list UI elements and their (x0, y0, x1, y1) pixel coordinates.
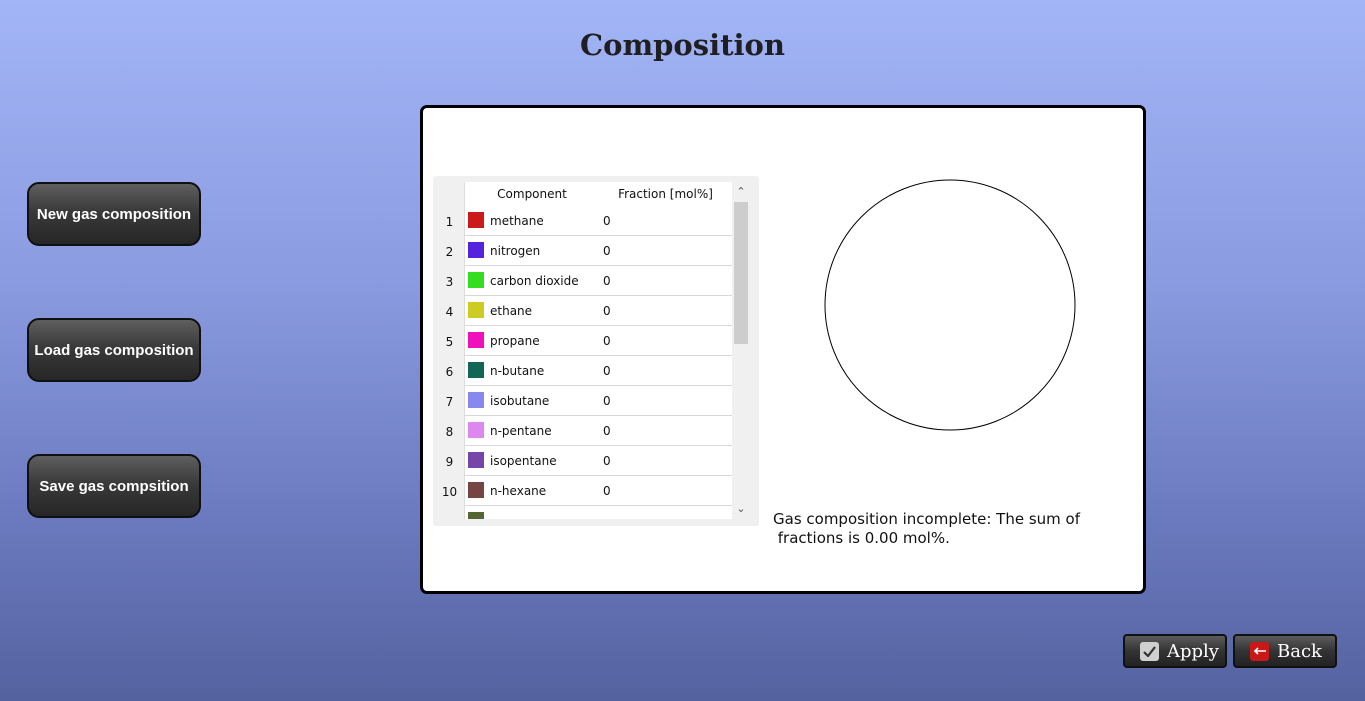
fraction-cell[interactable]: 0 (599, 356, 732, 386)
row-index[interactable]: 3 (435, 266, 464, 296)
fraction-cell[interactable]: 0 (599, 476, 732, 506)
scroll-up-icon[interactable]: ⌃ (733, 184, 749, 200)
fraction-cell[interactable]: 0 (599, 206, 732, 236)
composition-pie-chart (824, 179, 1076, 431)
row-index[interactable]: 7 (435, 386, 464, 416)
fraction-cell[interactable]: 0 (599, 296, 732, 326)
fraction-value: 0 (603, 394, 611, 408)
save-gas-composition-button[interactable]: Save gas compsition (27, 454, 201, 518)
row-index[interactable]: 2 (435, 236, 464, 266)
fraction-cell[interactable]: 0 (599, 326, 732, 356)
fraction-value: 0 (603, 244, 611, 258)
component-cell[interactable]: n-hexane (464, 476, 600, 506)
fraction-cell[interactable] (599, 506, 732, 519)
table-row[interactable]: 1 methane 0 (435, 206, 732, 236)
table-scrollbar[interactable]: ⌃ ⌄ (733, 184, 749, 517)
component-color-swatch (468, 392, 484, 408)
component-name: isobutane (490, 394, 550, 408)
component-color-swatch (468, 422, 484, 438)
component-name: n-hexane (490, 484, 547, 498)
row-index[interactable]: 10 (435, 476, 464, 506)
component-name: methane (490, 214, 544, 228)
component-color-swatch (468, 302, 484, 318)
component-cell[interactable]: isopentane (464, 446, 600, 476)
component-cell[interactable]: n-butane (464, 356, 600, 386)
fraction-value: 0 (603, 334, 611, 348)
fraction-cell[interactable]: 0 (599, 386, 732, 416)
table-row[interactable]: 10 n-hexane 0 (435, 476, 732, 506)
back-button[interactable]: Back (1233, 634, 1337, 668)
component-color-swatch (468, 452, 484, 468)
fraction-cell[interactable]: 0 (599, 266, 732, 296)
table-row[interactable]: 3 carbon dioxide 0 (435, 266, 732, 296)
component-name: isopentane (490, 454, 557, 468)
table-row[interactable]: 9 isopentane 0 (435, 446, 732, 476)
component-name: nitrogen (490, 244, 541, 258)
fraction-cell[interactable]: 0 (599, 236, 732, 266)
row-index[interactable]: 8 (435, 416, 464, 446)
table-row[interactable]: 5 propane 0 (435, 326, 732, 356)
composition-table: Component Fraction [mol%] 1 methane 0 2 nitr… (433, 176, 759, 526)
component-cell[interactable] (464, 506, 600, 519)
table-row[interactable]: 7 isobutane 0 (435, 386, 732, 416)
component-color-swatch (468, 242, 484, 258)
table-row[interactable]: 8 n-pentane 0 (435, 416, 732, 446)
fraction-value: 0 (603, 304, 611, 318)
table-row[interactable]: 2 nitrogen 0 (435, 236, 732, 266)
component-color-swatch (468, 272, 484, 288)
back-button-label: Back (1277, 640, 1322, 662)
fraction-value: 0 (603, 484, 611, 498)
fraction-cell[interactable]: 0 (599, 446, 732, 476)
component-color-swatch (468, 482, 484, 498)
row-index[interactable]: 9 (435, 446, 464, 476)
component-color-swatch (468, 212, 484, 228)
load-gas-composition-button[interactable]: Load gas composition (27, 318, 201, 382)
row-index[interactable]: 6 (435, 356, 464, 386)
composition-panel: Component Fraction [mol%] 1 methane 0 2 nitr… (420, 105, 1146, 594)
table-row[interactable]: 4 ethane 0 (435, 296, 732, 326)
component-name: carbon dioxide (490, 274, 579, 288)
fraction-value: 0 (603, 274, 611, 288)
table-row[interactable] (435, 506, 732, 519)
component-cell[interactable]: nitrogen (464, 236, 600, 266)
checkmark-icon (1140, 641, 1159, 661)
scroll-down-icon[interactable]: ⌄ (733, 501, 749, 517)
component-name: n-butane (490, 364, 545, 378)
status-message: Gas composition incomplete: The sum of f… (773, 510, 1081, 547)
apply-button[interactable]: Apply (1123, 634, 1227, 668)
component-name: ethane (490, 304, 533, 318)
table-row[interactable]: 6 n-butane 0 (435, 356, 732, 386)
component-color-swatch (468, 362, 484, 378)
fraction-value: 0 (603, 454, 611, 468)
component-color-swatch (468, 332, 484, 348)
component-cell[interactable]: carbon dioxide (464, 266, 600, 296)
back-arrow-icon (1250, 641, 1269, 661)
component-cell[interactable]: ethane (464, 296, 600, 326)
fraction-cell[interactable]: 0 (599, 416, 732, 446)
fraction-column-header[interactable]: Fraction [mol%] (599, 182, 732, 206)
component-cell[interactable]: isobutane (464, 386, 600, 416)
component-cell[interactable]: n-pentane (464, 416, 600, 446)
row-index[interactable]: 5 (435, 326, 464, 356)
fraction-value: 0 (603, 214, 611, 228)
component-cell[interactable]: propane (464, 326, 600, 356)
fraction-value: 0 (603, 364, 611, 378)
page-title: Composition (580, 28, 785, 62)
row-header-corner (435, 182, 464, 206)
row-index[interactable]: 4 (435, 296, 464, 326)
component-name: n-pentane (490, 424, 552, 438)
component-cell[interactable]: methane (464, 206, 600, 236)
component-name: propane (490, 334, 540, 348)
row-index[interactable]: 1 (435, 206, 464, 236)
fraction-value: 0 (603, 424, 611, 438)
apply-button-label: Apply (1167, 640, 1219, 662)
pie-outline (824, 179, 1076, 431)
table-header: Component Fraction [mol%] (435, 182, 732, 206)
row-index[interactable] (435, 506, 464, 519)
component-column-header[interactable]: Component (464, 182, 600, 206)
new-gas-composition-button[interactable]: New gas composition (27, 182, 201, 246)
component-color-swatch (468, 512, 484, 519)
scrollbar-thumb[interactable] (734, 202, 748, 344)
